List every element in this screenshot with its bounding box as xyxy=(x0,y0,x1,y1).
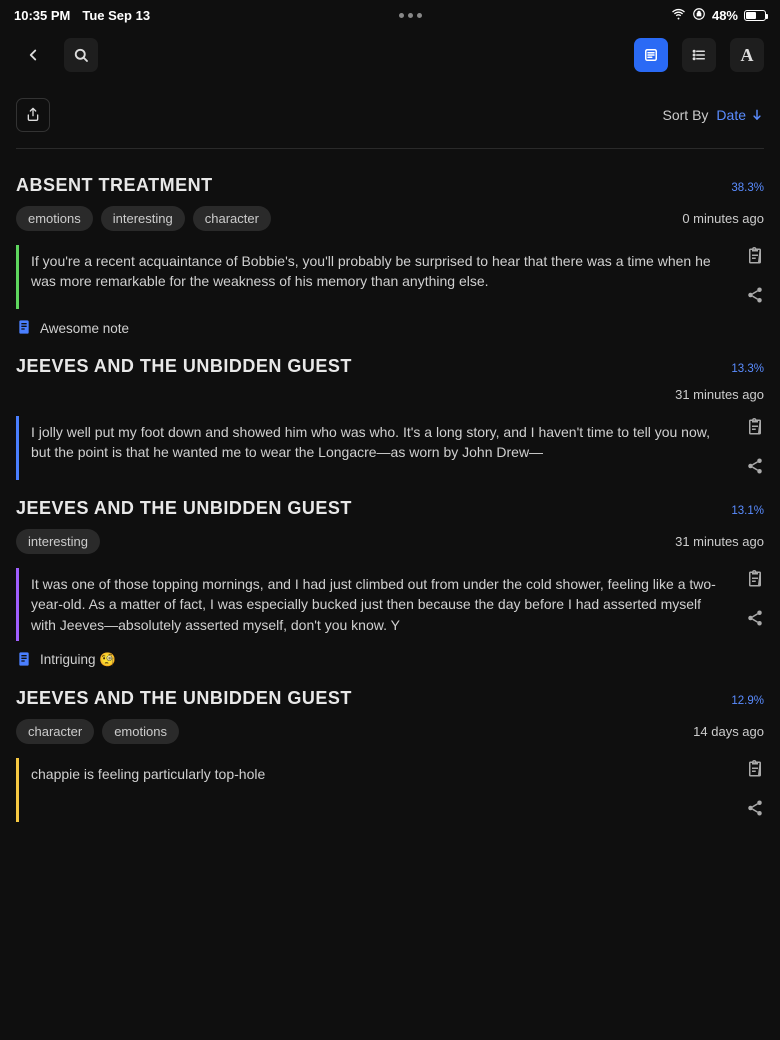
sort-control[interactable]: Sort By Date xyxy=(663,107,764,123)
wifi-icon xyxy=(671,6,686,24)
entry-title: ABSENT TREATMENT xyxy=(16,175,213,196)
entry[interactable]: JEEVES AND THE UNBIDDEN GUEST 12.9% charac… xyxy=(16,688,764,822)
tag[interactable]: character xyxy=(193,206,271,231)
tag[interactable]: interesting xyxy=(101,206,185,231)
copy-icon[interactable] xyxy=(746,760,764,783)
subbar: Sort By Date xyxy=(0,86,780,142)
font-settings-button[interactable]: A xyxy=(730,38,764,72)
battery-icon xyxy=(744,10,766,21)
entry-quote[interactable]: It was one of those topping mornings, an… xyxy=(16,568,736,641)
toolbar: A xyxy=(0,28,780,86)
entry-timestamp: 31 minutes ago xyxy=(675,534,764,549)
entry-percent: 12.9% xyxy=(731,695,764,707)
note-icon xyxy=(16,319,32,338)
note-icon xyxy=(16,651,32,670)
tag[interactable]: emotions xyxy=(16,206,93,231)
share-icon[interactable] xyxy=(746,457,764,480)
entry-timestamp: 31 minutes ago xyxy=(675,387,764,402)
sort-value: Date xyxy=(716,107,746,123)
entry-percent: 13.1% xyxy=(731,505,764,517)
copy-icon[interactable] xyxy=(746,247,764,270)
entry-timestamp: 14 days ago xyxy=(693,724,764,739)
entries-list: ABSENT TREATMENT 38.3% emotions interesting… xyxy=(0,149,780,830)
export-button[interactable] xyxy=(16,98,50,132)
entry-note: Awesome note xyxy=(40,321,129,336)
back-button[interactable] xyxy=(16,38,50,72)
status-time: 10:35 PM xyxy=(14,8,70,23)
entry[interactable]: JEEVES AND THE UNBIDDEN GUEST 13.3% 31 min… xyxy=(16,356,764,480)
entry-quote[interactable]: I jolly well put my foot down and showed… xyxy=(16,416,736,480)
tag[interactable]: character xyxy=(16,719,94,744)
copy-icon[interactable] xyxy=(746,418,764,441)
share-icon[interactable] xyxy=(746,286,764,309)
copy-icon[interactable] xyxy=(746,570,764,593)
entry-title: JEEVES AND THE UNBIDDEN GUEST xyxy=(16,498,352,519)
view-list-button[interactable] xyxy=(682,38,716,72)
entry-title: JEEVES AND THE UNBIDDEN GUEST xyxy=(16,688,352,709)
view-cards-button[interactable] xyxy=(634,38,668,72)
entry-percent: 38.3% xyxy=(731,182,764,194)
entry-timestamp: 0 minutes ago xyxy=(682,211,764,226)
tag[interactable]: emotions xyxy=(102,719,179,744)
orientation-lock-icon xyxy=(692,7,706,24)
entry[interactable]: JEEVES AND THE UNBIDDEN GUEST 13.1% intere… xyxy=(16,498,764,670)
status-bar: 10:35 PM Tue Sep 13 48% xyxy=(0,0,780,28)
status-date: Tue Sep 13 xyxy=(82,8,150,23)
search-button[interactable] xyxy=(64,38,98,72)
entry-title: JEEVES AND THE UNBIDDEN GUEST xyxy=(16,356,352,377)
sort-label: Sort By xyxy=(663,107,709,123)
share-icon[interactable] xyxy=(746,609,764,632)
tag[interactable]: interesting xyxy=(16,529,100,554)
entry-percent: 13.3% xyxy=(731,363,764,375)
entry[interactable]: ABSENT TREATMENT 38.3% emotions interesting… xyxy=(16,175,764,338)
share-icon[interactable] xyxy=(746,799,764,822)
entry-quote[interactable]: If you're a recent acquaintance of Bobbi… xyxy=(16,245,736,309)
entry-note: Intriguing 🧐 xyxy=(40,652,116,668)
entry-quote[interactable]: chappie is feeling particularly top-hole xyxy=(16,758,736,822)
multitask-dots-icon[interactable] xyxy=(399,13,422,18)
battery-percent: 48% xyxy=(712,8,738,23)
arrow-down-icon xyxy=(750,108,764,122)
